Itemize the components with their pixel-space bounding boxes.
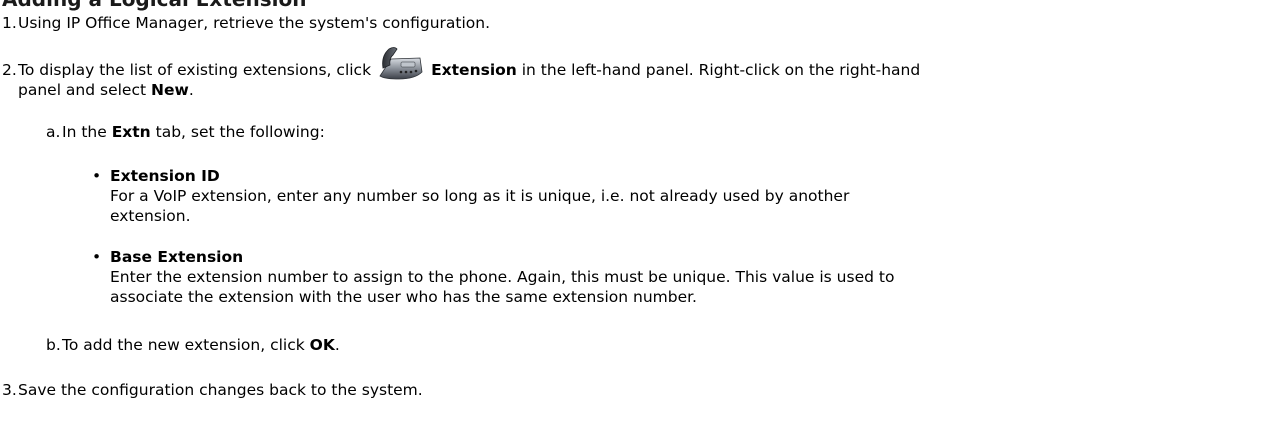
page-heading: Adding a Logical Extension <box>2 0 306 10</box>
step-2b-text: To add the new extension, click <box>62 336 310 354</box>
ok-label: OK <box>309 336 335 354</box>
step-2-punct: . <box>188 81 194 99</box>
step-2-line-2-text: panel and select <box>18 81 151 99</box>
step-2-text-cont: in the left-hand panel. Right-click on t… <box>516 61 921 79</box>
step-2-text: To display the list of existing extensio… <box>18 61 372 79</box>
bullet-dot: • <box>92 167 102 185</box>
step-number: 3. <box>2 381 17 399</box>
bullet-title: Base Extension <box>110 248 244 266</box>
step-2b-punct: . <box>334 336 340 354</box>
bullet-extension-id-desc-1: For a VoIP extension, enter any number s… <box>110 187 850 205</box>
step-number: 1. <box>2 14 17 32</box>
step-3: 3.Save the configuration changes back to… <box>2 380 423 400</box>
substep-letter: a. <box>46 123 61 141</box>
bullet-dot: • <box>92 248 102 266</box>
step-2-line-2: panel and select New. <box>18 80 194 100</box>
step-2a: a. In the Extn tab, set the following: <box>46 122 325 142</box>
step-2a-text-cont: tab, set the following: <box>150 123 325 141</box>
bullet-extension-id-title: • Extension ID <box>92 166 220 186</box>
step-1: 1.Using IP Office Manager, retrieve the … <box>2 13 490 33</box>
extension-phone-icon <box>377 47 423 80</box>
step-number: 2. <box>2 61 17 79</box>
bullet-extension-id-desc-2: extension. <box>110 207 191 225</box>
extn-tab-label: Extn <box>111 123 151 141</box>
step-2b: b.To add the new extension, click OK. <box>46 335 340 355</box>
step-2a-text: In the <box>62 123 112 141</box>
bullet-base-extension-title: • Base Extension <box>92 247 243 267</box>
step-2-line-1: 2.To display the list of existing extens… <box>2 47 921 80</box>
bullet-title: Extension ID <box>110 167 220 185</box>
substep-letter: b. <box>46 336 61 354</box>
bullet-base-extension-desc-2: associate the extension with the user wh… <box>110 288 697 306</box>
new-label: New <box>151 81 189 99</box>
step-1-text: Using IP Office Manager, retrieve the sy… <box>18 14 491 32</box>
bullet-base-extension-desc-1: Enter the extension number to assign to … <box>110 268 895 286</box>
extension-label: Extension <box>431 61 517 79</box>
step-3-text: Save the configuration changes back to t… <box>18 381 423 399</box>
